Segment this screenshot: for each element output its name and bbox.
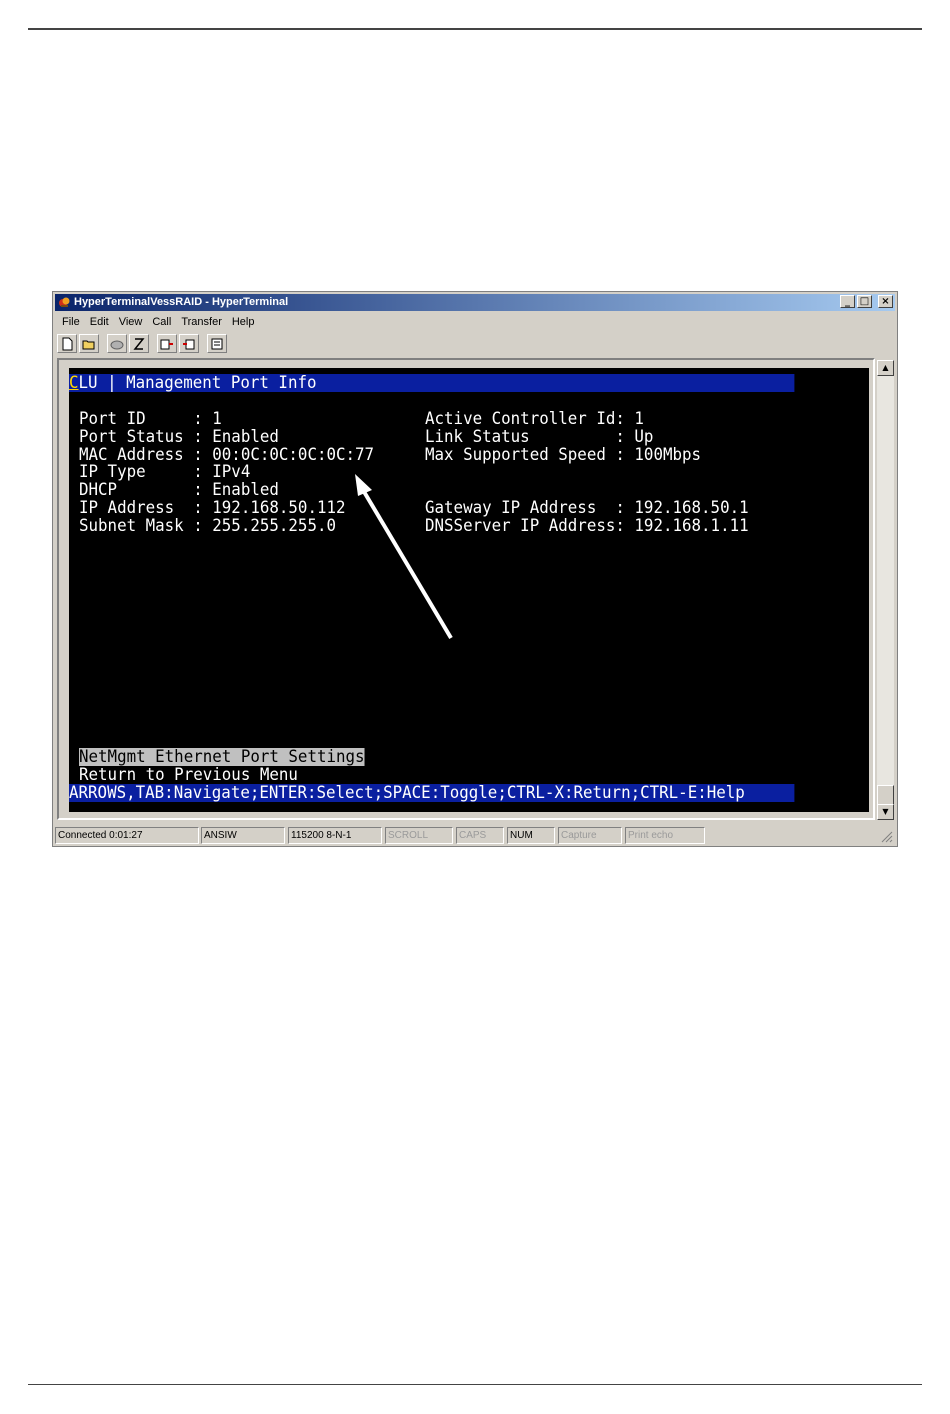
terminal-screen[interactable]: CLU | Management Port Info Port ID : 1 P… <box>69 368 869 812</box>
status-emulation: ANSIW <box>201 827 285 844</box>
menu-help[interactable]: Help <box>227 313 260 331</box>
send-button[interactable] <box>157 334 177 353</box>
scroll-up-button[interactable]: ▲ <box>877 360 894 376</box>
resize-grip-icon[interactable] <box>879 829 893 843</box>
disconnect-icon <box>133 337 145 350</box>
hyperterminal-window: HyperTerminalVessRAID - HyperTerminal _ … <box>52 291 898 847</box>
info-right-row: Link Status : Up <box>425 427 654 447</box>
hyperterminal-app-icon <box>59 297 70 307</box>
open-icon <box>82 340 95 349</box>
status-bar: Connected 0:01:27 ANSIW 115200 8-N-1 SCR… <box>55 826 895 844</box>
receive-icon <box>183 339 195 349</box>
minimize-button[interactable]: _ <box>840 295 855 308</box>
phone-icon <box>110 340 124 349</box>
bottom-rule <box>28 1384 922 1385</box>
menu-transfer[interactable]: Transfer <box>176 313 227 331</box>
window-title: HyperTerminalVessRAID - HyperTerminal <box>74 296 289 308</box>
toolbar <box>57 333 893 355</box>
terminal-frame: CLU | Management Port Info Port ID : 1 P… <box>57 358 875 820</box>
info-left-row: DHCP : Enabled <box>79 480 279 500</box>
info-right-row: Max Supported Speed : 100Mbps <box>425 445 702 465</box>
info-right-row: Gateway IP Address : 192.168.50.1 <box>425 498 749 518</box>
status-settings: 115200 8-N-1 <box>288 827 382 844</box>
scroll-down-button[interactable]: ▼ <box>877 804 894 820</box>
menu-file[interactable]: File <box>57 313 85 331</box>
info-left-row: IP Address : 192.168.50.112 <box>79 498 346 518</box>
new-icon <box>62 337 73 350</box>
menu-item-return[interactable]: Return to Previous Menu <box>79 766 298 784</box>
status-print-echo: Print echo <box>625 827 705 844</box>
menu-edit[interactable]: Edit <box>85 313 114 331</box>
help-footer: ARROWS,TAB:Navigate;ENTER:Select;SPACE:T… <box>69 784 795 802</box>
send-icon <box>160 339 173 349</box>
properties-icon <box>211 338 223 349</box>
receive-button[interactable] <box>179 334 199 353</box>
properties-button[interactable] <box>207 334 227 353</box>
menu-call[interactable]: Call <box>147 313 176 331</box>
menu-bar: File Edit View Call Transfer Help <box>57 313 259 331</box>
status-connected: Connected 0:01:27 <box>55 827 199 844</box>
info-right-row: DNSServer IP Address: 192.168.1.11 <box>425 516 749 536</box>
title-bar[interactable]: HyperTerminalVessRAID - HyperTerminal _ … <box>55 294 895 311</box>
open-button[interactable] <box>79 334 99 353</box>
close-button[interactable]: × <box>878 295 893 308</box>
top-rule <box>28 28 922 30</box>
disconnect-button[interactable] <box>129 334 149 353</box>
status-capture: Capture <box>558 827 622 844</box>
info-left-row: Port Status : Enabled <box>79 427 279 447</box>
info-left-row: Port ID : 1 <box>79 409 222 429</box>
info-right-row: Active Controller Id: 1 <box>425 409 644 429</box>
status-caps: CAPS <box>456 827 504 844</box>
vertical-scrollbar[interactable]: ▲ ▼ <box>877 360 894 820</box>
terminal-header: CLU | Management Port Info <box>69 374 795 392</box>
info-left-row: Subnet Mask : 255.255.255.0 <box>79 516 336 536</box>
menu-item-netmgmt-settings[interactable]: NetMgmt Ethernet Port Settings <box>79 748 365 766</box>
status-num: NUM <box>507 827 555 844</box>
menu-view[interactable]: View <box>114 313 148 331</box>
maximize-button[interactable]: □ <box>857 295 872 308</box>
status-scroll: SCROLL <box>385 827 453 844</box>
new-connection-button[interactable] <box>57 334 77 353</box>
info-left-row: IP Type : IPv4 <box>79 462 251 482</box>
call-button[interactable] <box>107 334 127 353</box>
